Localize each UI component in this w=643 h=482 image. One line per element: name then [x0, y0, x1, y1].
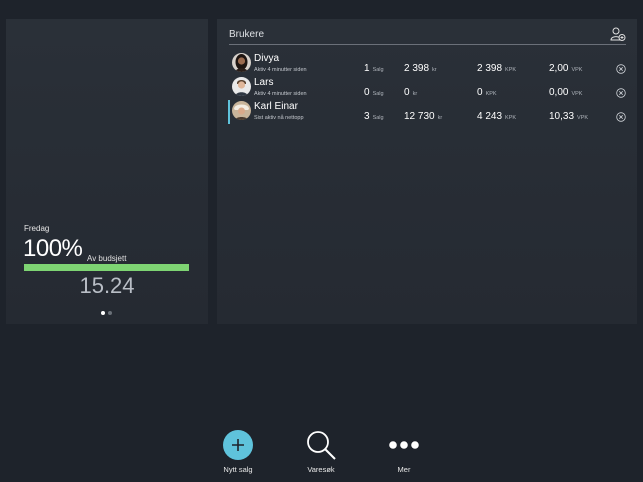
- sales-count: 1 Salg: [364, 63, 384, 74]
- users-title: Brukere: [229, 29, 265, 40]
- sales-count: 0 Salg: [364, 87, 384, 98]
- product-search-button[interactable]: Varesøk: [291, 429, 351, 474]
- add-user-icon[interactable]: [610, 27, 626, 41]
- user-status: Sist aktiv nå nettopp: [254, 115, 304, 121]
- vpk-value: 0,00 VPK: [549, 87, 583, 98]
- vpk-value: 10,33 VPK: [549, 111, 589, 122]
- magnifier-icon[interactable]: [305, 429, 337, 461]
- user-row-lars[interactable]: Lars Aktiv 4 minutter siden 0 Salg 0 kr 0K…: [229, 76, 629, 100]
- budget-label: Av budsjett: [87, 254, 127, 263]
- new-sale-label: Nytt salg: [223, 465, 253, 474]
- vpk-value: 2,00 VPK: [549, 63, 583, 74]
- close-circle-icon[interactable]: [616, 64, 626, 74]
- users-panel: Brukere Divya Aktiv 4 minutter siden 1 Sa…: [217, 19, 637, 324]
- user-status: Aktiv 4 minutter siden: [254, 67, 307, 73]
- time-display: 15.24: [79, 273, 135, 298]
- kpk-value: 0 KPK: [477, 87, 497, 98]
- user-name: Lars: [254, 77, 274, 88]
- sales-amount: 12 730 kr: [404, 111, 443, 122]
- sales-count: 3 Salg: [364, 111, 384, 122]
- user-row-divya[interactable]: Divya Aktiv 4 minutter siden 1 Salg 2 398…: [229, 52, 629, 76]
- avatar: [232, 53, 251, 72]
- budget-summary-panel[interactable]: Fredag 100% Av budsjett 15.24: [6, 19, 208, 324]
- budget-progress-fill: [24, 264, 189, 271]
- close-circle-icon[interactable]: [616, 112, 626, 122]
- more-label: Mer: [397, 465, 411, 474]
- kpk-value: 4 243 KPK: [477, 111, 517, 122]
- product-search-label: Varesøk: [307, 465, 335, 474]
- user-name: Divya: [254, 53, 280, 64]
- page-dot-2[interactable]: [108, 311, 112, 315]
- selection-indicator: [228, 100, 230, 124]
- user-status: Aktiv 4 minutter siden: [254, 91, 307, 97]
- close-circle-icon[interactable]: [616, 88, 626, 98]
- page-dot-1[interactable]: [101, 311, 105, 315]
- more-button[interactable]: Mer: [374, 429, 434, 474]
- day-label: Fredag: [24, 224, 50, 233]
- budget-progress-bar: [24, 264, 189, 271]
- user-name: Karl Einar: [254, 101, 298, 112]
- plus-circle-icon[interactable]: [222, 429, 254, 461]
- ellipsis-icon[interactable]: [388, 429, 420, 461]
- page-indicator[interactable]: [101, 311, 112, 315]
- users-divider: [229, 44, 626, 45]
- new-sale-button[interactable]: Nytt salg: [208, 429, 268, 474]
- user-row-karl-einar[interactable]: Karl Einar Sist aktiv nå nettopp 3 Salg 1…: [228, 100, 629, 124]
- avatar: [232, 101, 251, 120]
- sales-amount: 0 kr: [404, 87, 418, 98]
- sales-amount: 2 398 kr: [404, 63, 437, 74]
- budget-percent: 100%: [23, 235, 83, 262]
- kpk-value: 2 398 KPK: [477, 63, 517, 74]
- avatar: [232, 77, 251, 96]
